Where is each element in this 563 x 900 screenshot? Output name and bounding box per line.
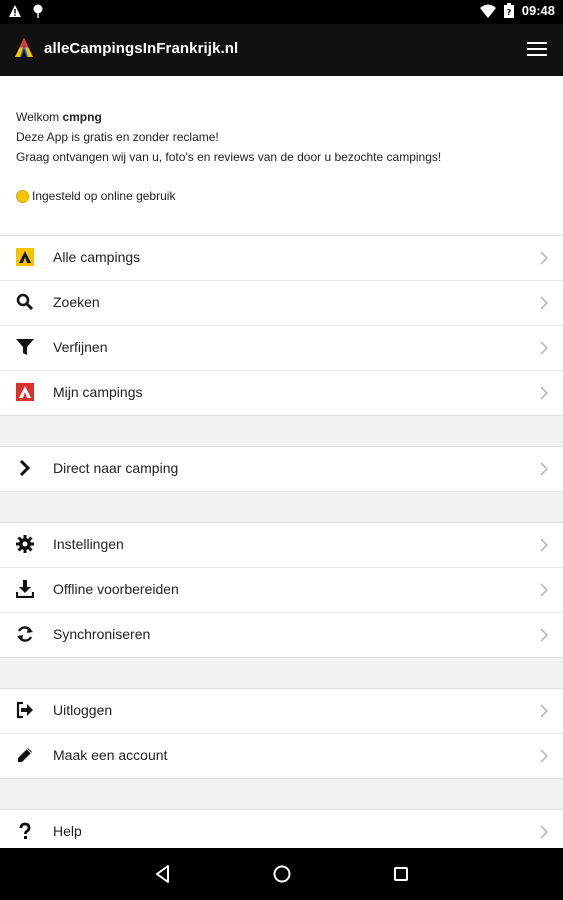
recents-square-icon[interactable] xyxy=(390,863,412,885)
chevron-right-icon xyxy=(540,296,549,310)
status-bar: ? 09:48 xyxy=(0,0,563,24)
search-icon xyxy=(15,292,35,312)
menu-item-help[interactable]: Help xyxy=(0,810,563,848)
chevron-right-icon xyxy=(540,462,549,476)
menu-label: Help xyxy=(53,823,82,839)
menu-item-synchroniseren[interactable]: Synchroniseren xyxy=(0,613,563,657)
campings-logo-icon xyxy=(15,38,33,57)
warning-icon xyxy=(9,5,21,17)
menu-item-direct-naar-camping[interactable]: Direct naar camping xyxy=(0,447,563,491)
menu-item-zoeken[interactable]: Zoeken xyxy=(0,281,563,326)
welcome-line-2: Deze App is gratis en zonder reclame! xyxy=(16,130,219,144)
pencil-icon xyxy=(15,745,35,765)
menu-label: Mijn campings xyxy=(53,384,143,400)
username: cmpng xyxy=(62,110,102,124)
chevron-right-icon xyxy=(540,825,549,839)
menu-item-alle-campings[interactable]: Alle campings xyxy=(0,236,563,281)
clock: 09:48 xyxy=(521,3,555,18)
menu-label: Maak een account xyxy=(53,747,168,763)
main-content: Welkom cmpng Deze App is gratis en zonde… xyxy=(0,76,563,848)
menu-label: Zoeken xyxy=(53,294,100,310)
menu-label: Offline voorbereiden xyxy=(53,581,179,597)
menu-label: Uitloggen xyxy=(53,702,113,718)
app-bar: alleCampingsInFrankrijk.nl xyxy=(0,24,563,76)
gear-icon xyxy=(15,534,35,554)
sync-icon xyxy=(15,624,35,644)
tent-icon xyxy=(15,247,35,267)
menu-group-main: Alle campings Zoeken Verfijnen Mijn camp… xyxy=(0,235,563,416)
svg-text:?: ? xyxy=(506,8,511,17)
chevron-right-icon xyxy=(540,386,549,400)
question-icon xyxy=(15,821,35,841)
menu-label: Synchroniseren xyxy=(53,626,151,642)
home-circle-icon[interactable] xyxy=(271,863,293,885)
chevron-right-icon xyxy=(540,704,549,718)
status-dot-icon xyxy=(16,189,29,203)
chevron-right-icon xyxy=(540,583,549,597)
welcome-line: Welkom cmpng xyxy=(16,107,547,127)
chevron-right-icon xyxy=(540,628,549,642)
logout-icon xyxy=(15,700,35,720)
chevron-right-icon xyxy=(540,538,549,552)
menu-item-verfijnen[interactable]: Verfijnen xyxy=(0,326,563,371)
chevron-right-bold-icon xyxy=(15,458,35,478)
wifi-icon xyxy=(479,4,496,18)
menu-label: Verfijnen xyxy=(53,339,108,355)
menu-label: Alle campings xyxy=(53,249,141,265)
app-title: alleCampingsInFrankrijk.nl xyxy=(44,40,239,57)
download-icon xyxy=(15,579,35,599)
filter-icon xyxy=(15,337,35,357)
back-triangle-icon[interactable] xyxy=(152,863,174,885)
menu-label: Instellingen xyxy=(53,536,124,552)
location-pin-icon xyxy=(33,4,43,18)
menu-label: Direct naar camping xyxy=(53,460,179,476)
menu-group-settings: Instellingen Offline voorbereiden Synchr… xyxy=(0,522,563,658)
chevron-right-icon xyxy=(540,749,549,763)
chevron-right-icon xyxy=(540,341,549,355)
welcome-prefix: Welkom xyxy=(16,110,63,124)
menu-item-mijn-campings[interactable]: Mijn campings xyxy=(0,371,563,415)
hamburger-menu-icon[interactable] xyxy=(527,42,547,58)
menu-item-offline-voorbereiden[interactable]: Offline voorbereiden xyxy=(0,568,563,613)
my-campings-icon xyxy=(15,382,35,402)
welcome-line-3: Graag ontvangen wij van u, foto's en rev… xyxy=(16,150,442,164)
system-nav-bar xyxy=(0,848,563,900)
menu-group-direct: Direct naar camping xyxy=(0,446,563,492)
chevron-right-icon xyxy=(540,251,549,265)
menu-group-help: Help xyxy=(0,809,563,848)
menu-group-account: Uitloggen Maak een account xyxy=(0,688,563,779)
menu-item-instellingen[interactable]: Instellingen xyxy=(0,523,563,568)
welcome-panel: Welkom cmpng Deze App is gratis en zonde… xyxy=(0,76,563,235)
online-status: Ingesteld op online gebruik xyxy=(16,186,547,206)
menu-item-maak-een-account[interactable]: Maak een account xyxy=(0,734,563,778)
menu-item-uitloggen[interactable]: Uitloggen xyxy=(0,689,563,734)
status-text: Ingesteld op online gebruik xyxy=(32,189,176,203)
battery-icon: ? xyxy=(503,3,514,18)
